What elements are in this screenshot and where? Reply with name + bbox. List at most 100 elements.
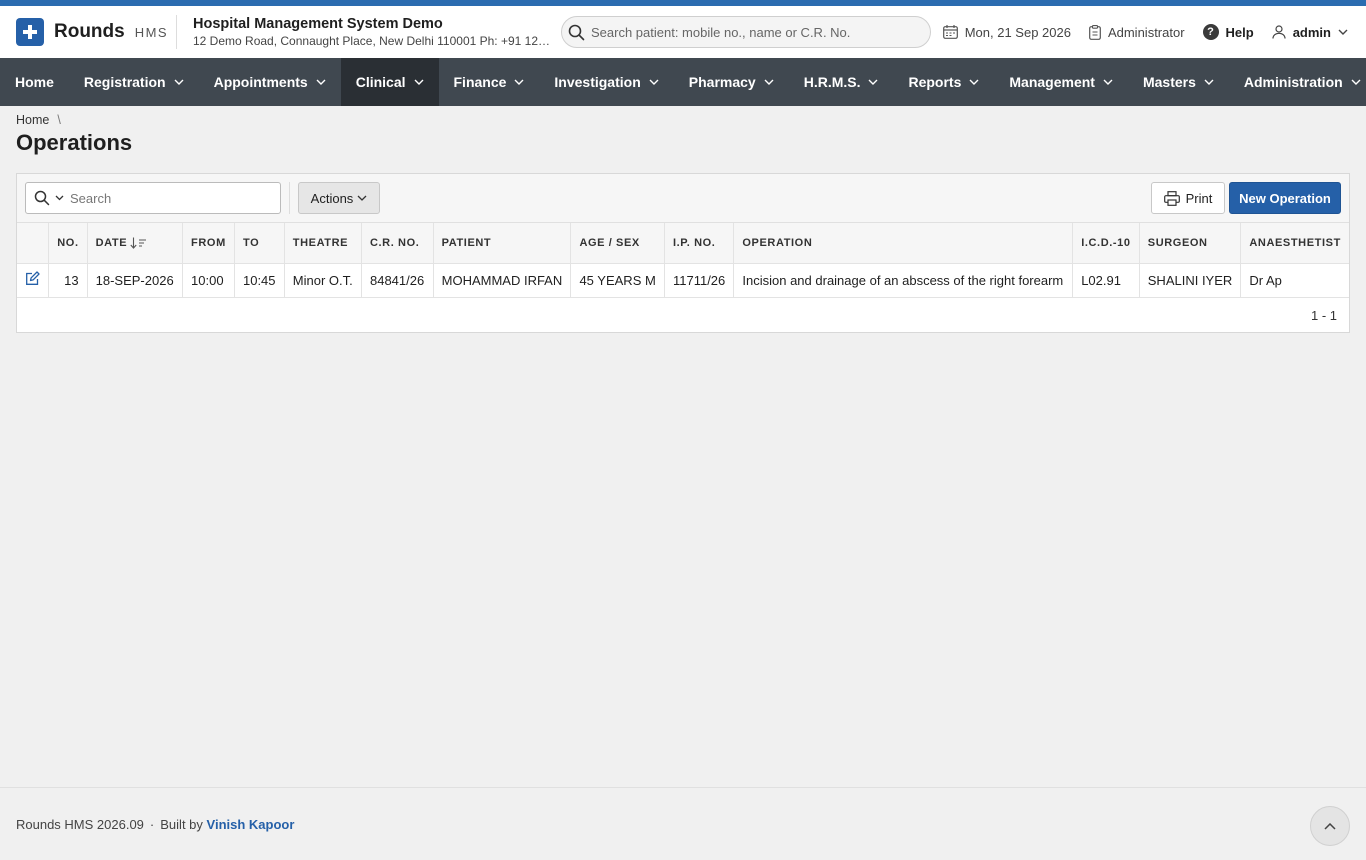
- help-label: Help: [1225, 24, 1254, 40]
- header-role-text: Administrator: [1107, 24, 1185, 40]
- help-link[interactable]: ? Help: [1202, 24, 1254, 40]
- nav-label: Home: [15, 74, 54, 90]
- toolbar-divider: [289, 182, 290, 214]
- chevron-down-icon: [649, 79, 659, 85]
- column-header-cr-no[interactable]: C.R. NO.: [361, 223, 434, 264]
- clipboard-icon: [1089, 24, 1101, 40]
- nav-pharmacy[interactable]: Pharmacy: [674, 58, 789, 106]
- actions-label: Actions: [310, 190, 354, 206]
- footer-author-link[interactable]: Vinish Kapoor: [207, 817, 295, 832]
- main-nav: Home Registration Appointments Clinical …: [0, 58, 1366, 106]
- new-operation-label: New Operation: [1239, 190, 1331, 206]
- nav-label: Masters: [1142, 74, 1196, 90]
- nav-label: Reports: [908, 74, 962, 90]
- table-header-row: NO. DATE FROM TO THEATRE C.R. NO. PATIEN…: [17, 223, 1349, 264]
- nav-home[interactable]: Home: [0, 58, 69, 106]
- column-header-no[interactable]: NO.: [48, 223, 88, 264]
- print-label: Print: [1185, 190, 1213, 206]
- nav-registration[interactable]: Registration: [69, 58, 199, 106]
- chevron-down-icon: [868, 79, 878, 85]
- breadcrumb: Home \: [0, 106, 1366, 128]
- column-header-from[interactable]: FROM: [182, 223, 235, 264]
- search-icon: [34, 190, 50, 206]
- scroll-to-top-button[interactable]: [1310, 806, 1350, 846]
- cell-theatre: Minor O.T.: [284, 263, 362, 298]
- nav-label: Finance: [453, 74, 507, 90]
- sort-descending-icon: [130, 237, 147, 249]
- cell-from: 10:00: [182, 263, 235, 298]
- chevron-down-icon: [316, 79, 326, 85]
- organization-name: Hospital Management System Demo: [193, 16, 443, 32]
- operations-table: NO. DATE FROM TO THEATRE C.R. NO. PATIEN…: [17, 223, 1349, 298]
- chevron-down-icon: [764, 79, 774, 85]
- cell-age-sex: 45 YEARS M: [570, 263, 665, 298]
- chevron-down-icon: [357, 195, 367, 201]
- chevron-down-icon: [1204, 79, 1214, 85]
- column-header-date[interactable]: DATE: [87, 223, 184, 264]
- report-search-box[interactable]: [25, 182, 281, 214]
- nav-investigation[interactable]: Investigation: [539, 58, 673, 106]
- column-header-theatre[interactable]: THEATRE: [284, 223, 362, 264]
- nav-management[interactable]: Management: [994, 58, 1128, 106]
- printer-icon: [1163, 190, 1180, 206]
- footer-dot: ·: [149, 816, 155, 832]
- footer-version: Rounds HMS 2026.09: [16, 816, 144, 832]
- column-header-age-sex[interactable]: AGE / SEX: [570, 223, 665, 264]
- report-search-input[interactable]: [70, 190, 260, 206]
- edit-icon[interactable]: [25, 271, 40, 286]
- brand-name: Rounds: [54, 21, 125, 42]
- chevron-down-icon: [1338, 29, 1348, 35]
- nav-hrms[interactable]: H.R.M.S.: [789, 58, 894, 106]
- actions-button[interactable]: Actions: [298, 182, 380, 214]
- cell-ip-no: 11711/26: [664, 263, 735, 298]
- nav-finance[interactable]: Finance: [439, 58, 540, 106]
- column-header-edit: [17, 223, 50, 264]
- nav-label: Appointments: [213, 74, 308, 90]
- page-title: Operations: [16, 130, 133, 155]
- header-divider: [176, 15, 177, 49]
- column-header-date-label: DATE: [95, 236, 128, 249]
- chevron-down-icon: [969, 79, 979, 85]
- nav-administration[interactable]: Administration: [1229, 58, 1366, 106]
- cell-anaesthetist: Dr Ap: [1240, 263, 1349, 298]
- nav-reports[interactable]: Reports: [893, 58, 994, 106]
- nav-label: Management: [1009, 74, 1095, 90]
- brand-logo-icon: [16, 18, 44, 46]
- organization-address: 12 Demo Road, Connaught Place, New Delhi…: [193, 34, 553, 48]
- header-date: Mon, 21 Sep 2026: [942, 24, 1071, 40]
- column-header-anaesthetist[interactable]: ANAESTHETIST: [1240, 223, 1349, 264]
- print-button[interactable]: Print: [1151, 182, 1225, 214]
- nav-label: H.R.M.S.: [803, 74, 861, 90]
- column-header-icd10[interactable]: I.C.D.-10: [1072, 223, 1140, 264]
- cell-to: 10:45: [234, 263, 285, 298]
- column-header-ip-no[interactable]: I.P. NO.: [664, 223, 735, 264]
- breadcrumb-home[interactable]: Home: [16, 113, 49, 127]
- nav-appointments[interactable]: Appointments: [199, 58, 341, 106]
- app-header: Rounds HMS Hospital Management System De…: [0, 6, 1366, 58]
- nav-masters[interactable]: Masters: [1128, 58, 1229, 106]
- header-date-text: Mon, 21 Sep 2026: [964, 24, 1071, 40]
- nav-label: Investigation: [554, 74, 641, 90]
- patient-search-input[interactable]: [591, 24, 921, 40]
- calendar-icon: [942, 25, 958, 39]
- patient-search-box[interactable]: [561, 16, 931, 48]
- nav-clinical[interactable]: Clinical: [340, 58, 439, 106]
- column-header-patient[interactable]: PATIENT: [433, 223, 572, 264]
- column-header-operation[interactable]: OPERATION: [733, 223, 1074, 264]
- chevron-down-icon: [1351, 79, 1361, 85]
- cell-patient: MOHAMMAD IRFAN: [433, 263, 572, 298]
- search-column-selector[interactable]: [26, 190, 70, 206]
- column-header-surgeon[interactable]: SURGEON: [1139, 223, 1242, 264]
- chevron-down-icon: [174, 79, 184, 85]
- header-role[interactable]: Administrator: [1089, 25, 1185, 40]
- pagination-info: 1 - 1: [1310, 308, 1337, 323]
- nav-label: Administration: [1243, 74, 1343, 90]
- new-operation-button[interactable]: New Operation: [1229, 182, 1341, 214]
- edit-row-cell[interactable]: [17, 263, 50, 298]
- table-row: 13 18-SEP-2026 10:00 10:45 Minor O.T. 84…: [17, 263, 1349, 298]
- page-footer: Rounds HMS 2026.09 · Built by Vinish Kap…: [0, 787, 1366, 860]
- user-menu[interactable]: admin: [1272, 25, 1348, 40]
- column-header-to[interactable]: TO: [234, 223, 285, 264]
- brand[interactable]: Rounds HMS: [16, 18, 176, 46]
- chevron-down-icon: [55, 195, 64, 201]
